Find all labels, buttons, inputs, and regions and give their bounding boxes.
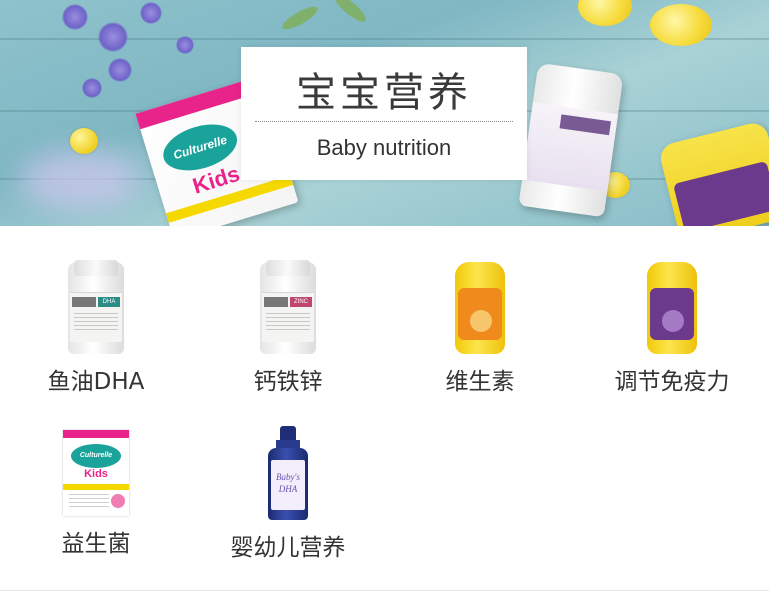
vitamin-gummies-jar-image bbox=[455, 262, 505, 354]
banner-title-card: 宝宝营养 Baby nutrition bbox=[241, 47, 527, 180]
category-label: 益生菌 bbox=[61, 531, 131, 557]
decor-blotch bbox=[20, 150, 140, 210]
banner: Culturelle Kids 宝宝营养 Baby nutrition bbox=[0, 0, 769, 226]
category-immunity[interactable]: 调节免疫力 bbox=[576, 262, 768, 396]
jar-label bbox=[673, 160, 769, 226]
fish-oil-bottle-image: DHA bbox=[68, 260, 124, 354]
banner-gummies-jar bbox=[657, 120, 769, 226]
category-probiotics[interactable]: Culturelle Kids 益生菌 bbox=[0, 430, 192, 558]
category-label: 维生素 bbox=[445, 369, 515, 395]
flower-icon bbox=[176, 36, 194, 54]
leaf-icon bbox=[330, 0, 370, 26]
page: Culturelle Kids 宝宝营养 Baby nutrition DHA … bbox=[0, 0, 769, 593]
bottle-label bbox=[522, 102, 619, 192]
banner-subtitle: Baby nutrition bbox=[316, 135, 452, 160]
baby-dha-dropper-image: Baby's DHA bbox=[268, 426, 308, 520]
category-calcium-iron-zinc[interactable]: ZINC 钙铁锌 bbox=[192, 260, 384, 396]
category-fish-oil-dha[interactable]: DHA 鱼油DHA bbox=[0, 260, 192, 396]
category-label: 鱼油DHA bbox=[47, 369, 145, 395]
immunity-gummies-jar-image bbox=[647, 262, 697, 354]
lemon-icon bbox=[578, 0, 632, 26]
category-vitamins[interactable]: 维生素 bbox=[384, 262, 576, 396]
category-grid: DHA 鱼油DHA ZINC 钙铁锌 维生素 调节免疫力 Culturelle … bbox=[0, 226, 769, 593]
probiotic-box-image: Culturelle Kids bbox=[63, 430, 129, 516]
category-label: 钙铁锌 bbox=[253, 369, 323, 395]
flower-icon bbox=[108, 58, 132, 82]
lemon-icon bbox=[650, 4, 712, 46]
flower-icon bbox=[82, 78, 102, 98]
flower-icon bbox=[62, 4, 88, 30]
leaf-icon bbox=[279, 2, 321, 34]
title-divider bbox=[255, 121, 513, 122]
bottom-divider bbox=[0, 590, 769, 591]
flower-icon bbox=[140, 2, 162, 24]
category-label: 调节免疫力 bbox=[614, 369, 730, 395]
banner-title: 宝宝营养 bbox=[296, 70, 472, 116]
category-infant-nutrition[interactable]: Baby's DHA 婴幼儿营养 bbox=[192, 426, 384, 562]
flower-icon bbox=[98, 22, 128, 52]
category-label: 婴幼儿营养 bbox=[230, 535, 346, 561]
gummy-icon bbox=[70, 128, 98, 154]
zinc-bottle-image: ZINC bbox=[260, 260, 316, 354]
